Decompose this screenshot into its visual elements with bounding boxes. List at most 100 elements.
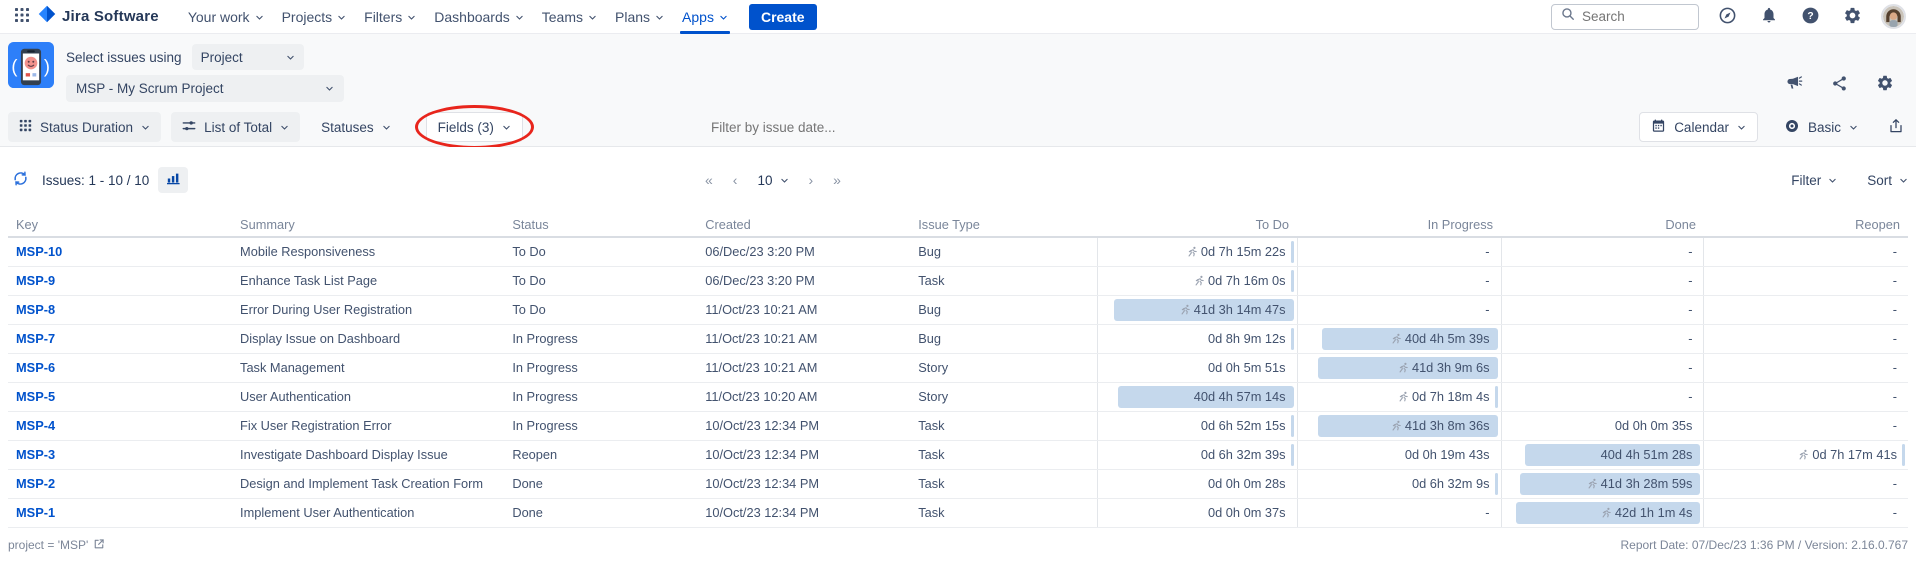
table-row-msp-2: MSP-2Design and Implement Task Creation … [8,469,1908,498]
issue-type: Bug [910,295,1097,324]
issue-status: In Progress [504,411,697,440]
notifications-button[interactable] [1756,2,1782,31]
fields-select[interactable]: Fields (3) [426,112,523,142]
runner-icon [1798,449,1809,460]
issue-type: Bug [910,324,1097,353]
duration-cell-in-progress: - [1297,498,1501,527]
issue-created: 11/Oct/23 10:21 AM [697,353,910,382]
issue-summary: Display Issue on Dashboard [232,324,504,353]
issue-created: 10/Oct/23 12:34 PM [697,440,910,469]
prev-page-button[interactable]: ‹ [733,172,738,188]
share-button[interactable] [1827,70,1852,99]
view-type-select[interactable]: Status Duration [8,112,161,142]
grid-icon [14,7,30,26]
external-link-icon[interactable] [93,538,105,553]
jira-diamond-icon [38,5,56,28]
duration-bar [1495,473,1498,495]
duration-cell-in-progress: - [1297,295,1501,324]
duration-cell-done: - [1501,382,1704,411]
nav-item-plans[interactable]: Plans [606,0,673,34]
nav-item-projects[interactable]: Projects [273,0,356,34]
duration-cell-in-progress: - [1297,237,1501,266]
duration-cell-in-progress: 0d 6h 32m 9s [1297,469,1501,498]
issue-source-select[interactable]: Project [192,44,304,70]
project-select[interactable]: MSP - My Scrum Project [66,75,344,102]
nav-item-filters[interactable]: Filters [355,0,425,34]
duration-cell-to-do: 0d 0h 5m 51s [1097,353,1297,382]
issue-key-link[interactable]: MSP-10 [16,244,62,259]
nav-item-your-work[interactable]: Your work [179,0,273,34]
runner-icon [1398,362,1409,373]
issue-status: In Progress [504,382,697,411]
jira-logo[interactable]: Jira Software [38,5,159,28]
chevron-down-icon [1737,120,1746,135]
issue-key-link[interactable]: MSP-3 [16,447,55,462]
runner-icon [1180,304,1191,315]
issue-date-filter-input[interactable] [711,120,886,135]
issue-type: Task [910,411,1097,440]
report-settings-button[interactable] [1872,70,1898,99]
issue-key-link[interactable]: MSP-9 [16,273,55,288]
chevron-down-icon [719,9,728,25]
nav-right-cluster: ? [1551,2,1906,32]
logo-text: Jira Software [62,8,159,25]
nav-item-teams[interactable]: Teams [533,0,606,34]
duration-bar [1291,328,1294,350]
last-page-button[interactable]: » [833,172,841,188]
issue-created: 11/Oct/23 10:20 AM [697,382,910,411]
issue-key-link[interactable]: MSP-7 [16,331,55,346]
issue-key-link[interactable]: MSP-4 [16,418,55,433]
table-row-msp-4: MSP-4Fix User Registration ErrorIn Progr… [8,411,1908,440]
chevron-down-icon [780,173,789,188]
issue-key-link[interactable]: MSP-6 [16,360,55,375]
nav-item-dashboards[interactable]: Dashboards [425,0,533,34]
jql-query-label: project = 'MSP' [8,538,88,552]
issue-key-link[interactable]: MSP-5 [16,389,55,404]
calculation-select[interactable]: List of Total [171,112,300,142]
filter-dropdown[interactable]: Filter [1791,173,1837,188]
chevron-down-icon [515,9,524,25]
export-button[interactable] [1884,114,1908,141]
statuses-select[interactable]: Statuses [310,112,402,142]
chart-view-button[interactable] [158,167,188,193]
compass-icon [1718,6,1737,28]
duration-cell-in-progress: - [1297,266,1501,295]
app-tile-icon: () [8,42,54,102]
help-button[interactable]: ? [1797,2,1824,32]
column-header-summary: Summary [232,213,504,237]
chevron-down-icon [382,120,391,135]
sort-dropdown[interactable]: Sort [1867,173,1908,188]
discover-button[interactable] [1714,2,1741,32]
settings-button[interactable] [1839,2,1866,32]
issue-key-link[interactable]: MSP-8 [16,302,55,317]
create-button[interactable]: Create [749,4,817,30]
calendar-button[interactable]: Calendar [1639,112,1758,142]
display-mode-select[interactable]: Basic [1773,112,1869,142]
issue-status: To Do [504,295,697,324]
share-icon [1831,75,1848,95]
global-search[interactable] [1551,4,1699,30]
duration-cell-to-do: 0d 6h 32m 39s [1097,440,1297,469]
nav-item-apps[interactable]: Apps [673,0,737,34]
refresh-button[interactable] [8,166,33,194]
issue-type: Task [910,266,1097,295]
user-avatar[interactable] [1881,4,1906,29]
column-header-reopen: Reopen [1704,213,1908,237]
next-page-button[interactable]: › [809,172,814,188]
duration-bar [1291,270,1294,292]
first-page-button[interactable]: « [705,172,713,188]
issue-summary: Task Management [232,353,504,382]
feedback-button[interactable] [1781,70,1807,99]
issue-key-link[interactable]: MSP-1 [16,505,55,520]
duration-bar [1291,415,1294,437]
grid-icon [19,119,32,135]
issue-created: 06/Dec/23 3:20 PM [697,266,910,295]
duration-cell-to-do: 0d 8h 9m 12s [1097,324,1297,353]
page-size-select[interactable]: 10 [757,173,788,188]
issue-key-link[interactable]: MSP-2 [16,476,55,491]
runner-icon [1194,275,1205,286]
search-input[interactable] [1582,9,1689,24]
app-switcher-button[interactable] [10,3,34,30]
runner-icon [1398,391,1409,402]
question-icon: ? [1801,6,1820,28]
